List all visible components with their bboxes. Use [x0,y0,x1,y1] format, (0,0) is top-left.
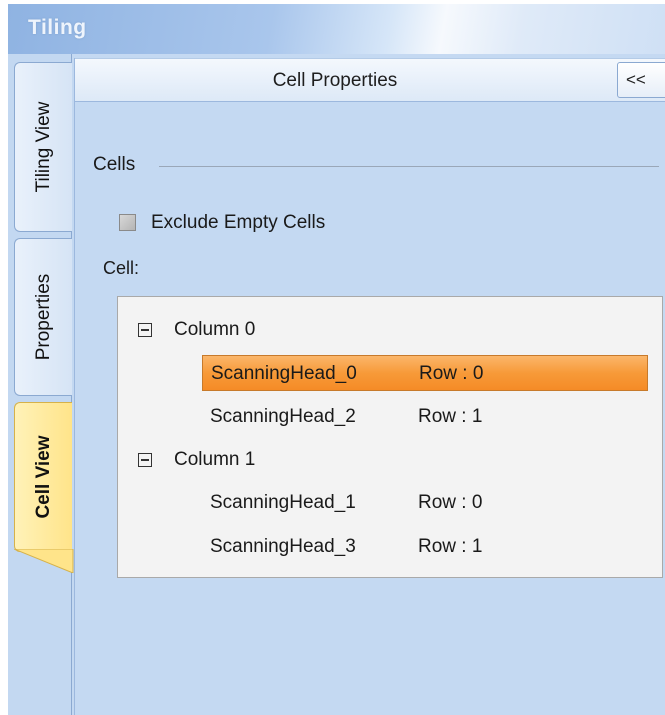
item-name: ScanningHead_3 [210,536,356,557]
group-divider [159,166,659,167]
cell-properties-panel: Cell Properties << Cells Exclude Empty C… [74,58,665,715]
tree-item-scanninghead-3[interactable]: ScanningHead_3 Row : 1 [202,529,648,565]
collapse-minus-icon[interactable] [138,323,152,337]
item-row: Row : 1 [418,536,483,557]
column-label: Column 0 [174,319,256,340]
cells-group-label: Cells [93,154,136,175]
item-row: Row : 0 [419,363,484,384]
tab-tiling-view-label: Tiling View [32,101,54,193]
cell-tree[interactable]: Column 0 ScanningHead_0 Row : 0 Scanning… [117,296,663,578]
item-name: ScanningHead_1 [210,492,356,513]
tree-item-scanninghead-1[interactable]: ScanningHead_1 Row : 0 [202,485,648,521]
tree-item-scanninghead-0[interactable]: ScanningHead_0 Row : 0 [202,355,648,391]
item-name: ScanningHead_0 [211,363,357,384]
title-bar: Tiling [8,4,665,54]
tab-properties-label: Properties [32,273,54,361]
tab-cell-view[interactable]: Cell View [14,402,74,573]
exclude-empty-cells-label: Exclude Empty Cells [151,212,326,233]
cell-label: Cell: [103,258,140,278]
collapse-minus-icon[interactable] [138,453,152,467]
tiling-window: Tiling Tiling View Properties Cell View … [8,4,665,715]
vertical-tab-strip: Tiling View Properties Cell View [8,54,74,715]
exclude-empty-cells-checkbox[interactable] [119,214,136,231]
window-title: Tiling [28,16,87,39]
item-row: Row : 0 [418,492,483,513]
tab-properties[interactable]: Properties [14,238,72,396]
tree-item-scanninghead-2[interactable]: ScanningHead_2 Row : 1 [202,399,648,435]
panel-header: Cell Properties << [75,58,665,102]
panel-title: Cell Properties [272,70,398,91]
item-name: ScanningHead_2 [210,406,356,427]
item-row: Row : 1 [418,406,483,427]
collapse-button[interactable]: << [617,62,665,98]
tab-cell-view-label: Cell View [32,435,54,519]
tab-tiling-view[interactable]: Tiling View [14,62,72,232]
tab-fold-icon [14,549,74,573]
column-label: Column 1 [174,449,256,470]
